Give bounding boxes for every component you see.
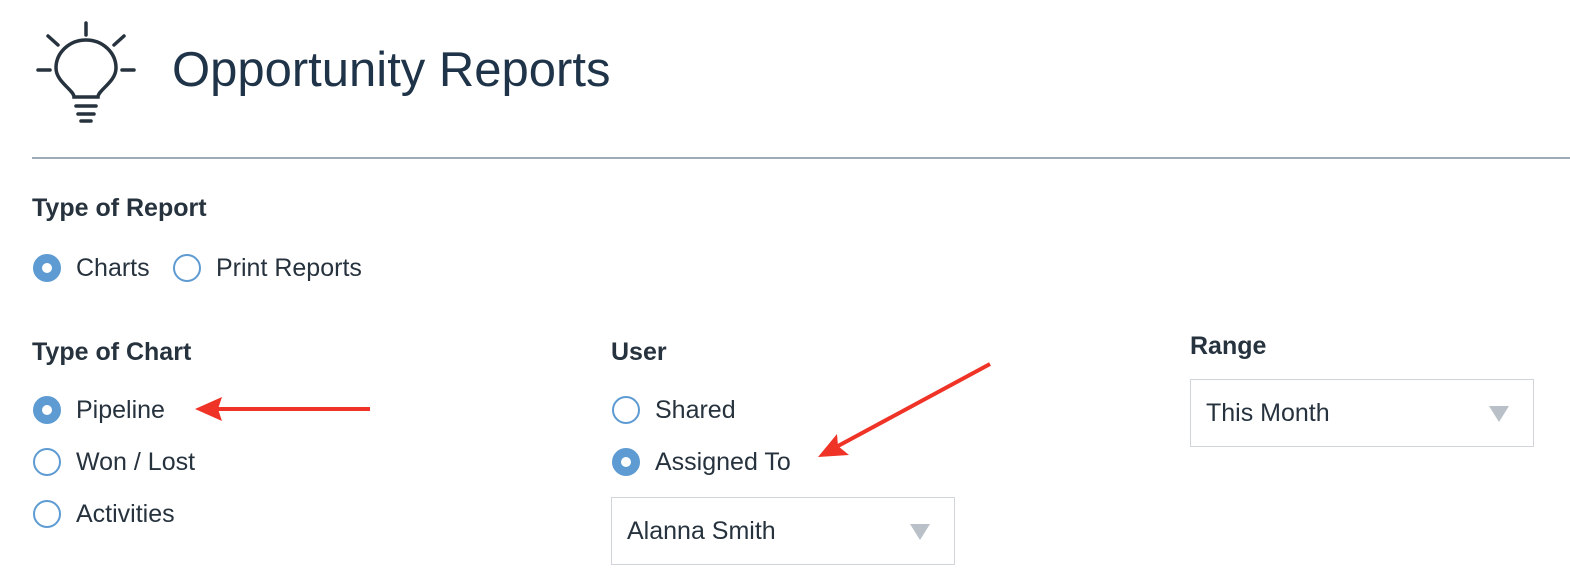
- user-option-assigned-to[interactable]: Assigned To: [612, 445, 791, 479]
- charts-radio[interactable]: [33, 254, 61, 282]
- header-divider: [32, 157, 1570, 159]
- assignee-select[interactable]: Alanna Smith: [611, 497, 955, 565]
- pipeline-radio[interactable]: [33, 396, 61, 424]
- user-label: User: [611, 338, 667, 366]
- assigned-to-label: Assigned To: [655, 448, 791, 476]
- page-title: Opportunity Reports: [172, 43, 611, 97]
- won-lost-radio[interactable]: [33, 448, 61, 476]
- print-reports-radio[interactable]: [173, 254, 201, 282]
- chevron-down-icon: [1489, 406, 1509, 422]
- chart-type-option-pipeline[interactable]: Pipeline: [33, 393, 165, 427]
- lightbulb-icon: [36, 21, 136, 123]
- arrow-icon: [195, 397, 370, 421]
- chevron-down-icon: [910, 524, 930, 540]
- charts-label: Charts: [76, 254, 150, 282]
- report-type-option-print-reports[interactable]: Print Reports: [173, 251, 362, 285]
- print-reports-label: Print Reports: [216, 254, 362, 282]
- report-type-label: Type of Report: [32, 194, 207, 222]
- won-lost-label: Won / Lost: [76, 448, 196, 476]
- pipeline-label: Pipeline: [76, 396, 165, 424]
- range-label: Range: [1190, 332, 1267, 360]
- range-select[interactable]: This Month: [1190, 379, 1534, 447]
- arrow-icon: [818, 362, 991, 457]
- chart-type-label: Type of Chart: [32, 338, 192, 366]
- range-select-value: This Month: [1206, 398, 1330, 427]
- assignee-select-value: Alanna Smith: [627, 516, 776, 545]
- activities-radio[interactable]: [33, 500, 61, 528]
- activities-label: Activities: [76, 500, 175, 528]
- user-option-shared[interactable]: Shared: [612, 393, 736, 427]
- chart-type-option-won-lost[interactable]: Won / Lost: [33, 445, 195, 479]
- shared-label: Shared: [655, 396, 736, 424]
- opportunity-reports-page: Opportunity Reports Type of Report Chart…: [0, 0, 1570, 586]
- report-type-option-charts[interactable]: Charts: [33, 251, 150, 285]
- assigned-to-radio[interactable]: [612, 448, 640, 476]
- shared-radio[interactable]: [612, 396, 640, 424]
- chart-type-option-activities[interactable]: Activities: [33, 497, 175, 531]
